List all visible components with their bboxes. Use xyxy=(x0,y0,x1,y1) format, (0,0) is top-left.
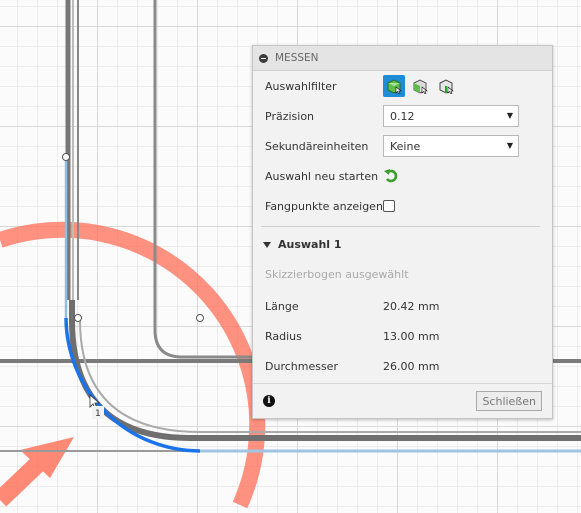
chevron-down-icon: ▼ xyxy=(506,111,513,120)
selection-section-header[interactable]: Auswahl 1 xyxy=(263,238,342,251)
diameter-row: Durchmesser 26.00 mm xyxy=(265,354,439,378)
radius-label: Radius xyxy=(265,329,302,343)
dialog-footer: i Schließen xyxy=(253,383,552,418)
sketch-point[interactable] xyxy=(62,153,70,161)
selection-hint: Skizzierbogen ausgewählt xyxy=(265,268,409,281)
move-manipulator-arrow[interactable] xyxy=(0,437,74,507)
expand-triangle-icon xyxy=(263,241,271,248)
diameter-value: 26.00 mm xyxy=(383,359,440,373)
close-button[interactable]: Schließen xyxy=(476,391,542,411)
secondary-units-row: Sekundäreinheiten Keine ▼ xyxy=(265,134,519,158)
length-label: Länge xyxy=(265,299,299,313)
selection-title: Auswahl 1 xyxy=(278,238,342,251)
precision-label: Präzision xyxy=(265,109,315,123)
radius-row: Radius 13.00 mm xyxy=(265,324,439,348)
divider xyxy=(261,226,540,227)
secondary-units-select[interactable]: Keine ▼ xyxy=(383,135,519,157)
select-edge-icon[interactable] xyxy=(435,75,457,97)
restart-selection-row: Auswahl neu starten xyxy=(265,164,399,188)
select-face-icon[interactable] xyxy=(409,75,431,97)
snap-points-row: Fangpunkte anzeigen xyxy=(265,194,395,218)
snap-points-checkbox[interactable] xyxy=(383,200,395,212)
sketch-point[interactable] xyxy=(196,314,204,322)
precision-row: Präzision 0.12 ▼ xyxy=(265,104,519,128)
snap-points-label: Fangpunkte anzeigen xyxy=(265,199,383,213)
dialog-header[interactable]: MESSEN xyxy=(253,46,552,71)
chevron-down-icon: ▼ xyxy=(506,141,513,150)
dialog-title: MESSEN xyxy=(275,52,319,64)
secondary-units-label: Sekundäreinheiten xyxy=(265,139,369,153)
measure-dialog: MESSEN Auswahlfilter Präzision 0.12 ▼ Se… xyxy=(252,45,553,419)
select-body-icon[interactable] xyxy=(383,75,405,97)
sketch-point[interactable] xyxy=(74,314,82,322)
secondary-units-value: Keine xyxy=(390,139,421,153)
length-row: Länge 20.42 mm xyxy=(265,294,439,318)
diameter-label: Durchmesser xyxy=(265,359,338,373)
precision-select[interactable]: 0.12 ▼ xyxy=(383,105,519,127)
collapse-icon[interactable] xyxy=(259,53,268,63)
point-label: 1 xyxy=(95,409,101,419)
length-value: 20.42 mm xyxy=(383,299,440,313)
info-icon[interactable]: i xyxy=(263,395,275,407)
precision-value: 0.12 xyxy=(390,109,415,123)
restart-selection-label: Auswahl neu starten xyxy=(265,169,379,183)
selection-filter-label: Auswahlfilter xyxy=(265,79,337,93)
selection-filter-row: Auswahlfilter xyxy=(265,74,457,98)
radius-value: 13.00 mm xyxy=(383,329,440,343)
restart-arrow-icon[interactable] xyxy=(383,168,399,184)
